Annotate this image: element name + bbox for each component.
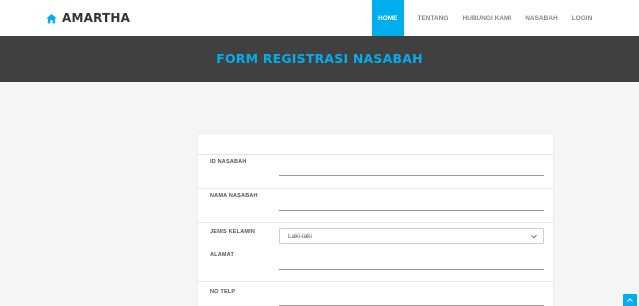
- nav-item-login[interactable]: LOGIN: [565, 0, 600, 36]
- chevron-up-icon: [627, 298, 633, 302]
- divider: [198, 188, 553, 189]
- nama-nasabah-label: NAMA NASABAH: [210, 193, 258, 199]
- main-nav: HOME TENTANG HUBUNGI KAMI NASABAH LOGIN: [372, 0, 599, 36]
- id-nasabah-label: ID NASABAH: [210, 159, 247, 165]
- jenis-kelamin-select[interactable]: Laki-laki: [279, 228, 544, 244]
- nav-item-home[interactable]: HOME: [372, 0, 404, 36]
- scroll-to-top-button[interactable]: [623, 294, 637, 306]
- id-nasabah-input[interactable]: [279, 164, 544, 176]
- nav-item-nasabah[interactable]: NASABAH: [518, 0, 565, 36]
- alamat-label: ALAMAT: [210, 252, 235, 258]
- divider: [198, 281, 553, 282]
- no-telp-label: NO TELP: [210, 289, 236, 295]
- registration-form: ID NASABAH NAMA NASABAH JENIS KELAMIN La…: [197, 133, 554, 306]
- no-telp-input[interactable]: [279, 294, 544, 306]
- alamat-input[interactable]: [279, 258, 544, 270]
- brand-logo[interactable]: AMARTHA: [46, 11, 130, 25]
- divider: [198, 222, 553, 223]
- jenis-kelamin-value: Laki-laki: [288, 232, 312, 240]
- title-banner: FORM REGISTRASI NASABAH: [0, 36, 639, 82]
- jenis-kelamin-label: JENIS KELAMIN: [210, 229, 256, 235]
- page-title: FORM REGISTRASI NASABAH: [216, 51, 423, 66]
- nav-item-tentang[interactable]: TENTANG: [411, 0, 456, 36]
- chevron-down-icon: [531, 234, 537, 239]
- brand-name: AMARTHA: [62, 11, 131, 25]
- top-navbar: AMARTHA HOME TENTANG HUBUNGI KAMI NASABA…: [0, 0, 639, 36]
- divider: [198, 154, 553, 155]
- nama-nasabah-input[interactable]: [279, 199, 544, 211]
- nav-item-hubungi-kami[interactable]: HUBUNGI KAMI: [455, 0, 518, 36]
- home-icon: [46, 13, 57, 23]
